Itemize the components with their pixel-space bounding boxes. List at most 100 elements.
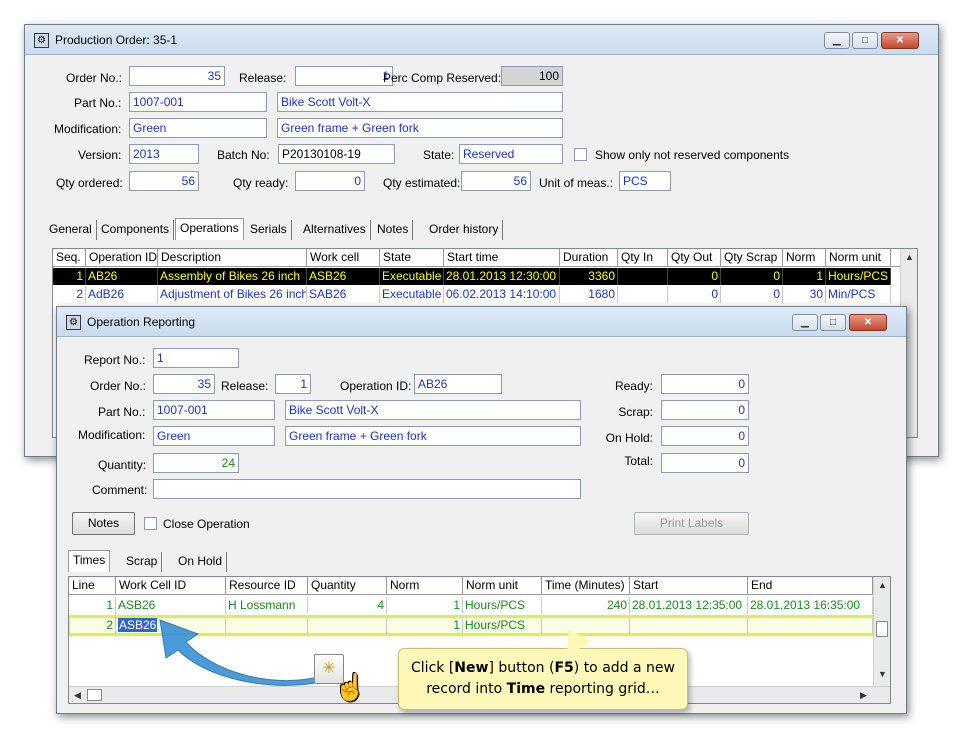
callout-text: Click [ — [411, 660, 455, 676]
col-header[interactable]: Norm — [783, 249, 826, 267]
scroll-up-icon[interactable]: ▲ — [874, 580, 890, 590]
minimize-button[interactable]: ▁ — [792, 314, 818, 331]
ready-field[interactable]: 0 — [661, 374, 749, 394]
part-desc-field[interactable]: Bike Scott Volt-X — [285, 400, 581, 420]
maximize-button[interactable]: □ — [852, 32, 878, 49]
callout-text: reporting grid… — [545, 681, 660, 697]
close-operation-checkbox[interactable] — [144, 517, 157, 530]
unit-of-measure-field[interactable]: PCS — [619, 171, 671, 191]
state-label: State: — [423, 148, 455, 162]
col-header[interactable]: Norm unit — [463, 577, 542, 595]
cell-work-cell: SAB26 — [307, 286, 380, 303]
cell-qty-scrap: 0 — [721, 268, 783, 285]
tab-alternatives[interactable]: Alternatives — [299, 220, 371, 240]
cell-end — [748, 617, 873, 634]
order-tabs: General Components Operations Serials Al… — [45, 218, 545, 240]
comment-field[interactable] — [153, 479, 581, 499]
table-row-selected[interactable]: 1 AB26 Assembly of Bikes 26 inch ASB26 E… — [53, 268, 891, 285]
col-header[interactable]: Duration — [560, 249, 618, 267]
col-header[interactable]: Resource ID — [226, 577, 308, 595]
tab-order-history[interactable]: Order history — [425, 220, 504, 240]
title-bar: ⚙ Operation Reporting ▁ □ ✕ — [57, 307, 906, 337]
maximize-button[interactable]: □ — [820, 314, 846, 331]
batch-no-field[interactable]: P20130108-19 — [278, 144, 395, 164]
report-no-field[interactable]: 1 — [153, 348, 239, 368]
grid-vertical-scrollbar[interactable]: ▲ ▼ — [873, 577, 890, 687]
cell-start — [630, 617, 748, 634]
tab-serials[interactable]: Serials — [246, 220, 292, 240]
callout-key-f5: F5 — [554, 660, 574, 676]
notes-button[interactable]: Notes — [72, 512, 135, 535]
scroll-right-icon[interactable]: ▶ — [855, 690, 872, 701]
col-header[interactable]: Qty Out — [668, 249, 721, 267]
table-row[interactable]: 2 AdB26 Adjustment of Bikes 26 inch SAB2… — [53, 286, 891, 303]
h-scroll-thumb[interactable] — [87, 689, 102, 701]
modification-field[interactable]: Green — [153, 426, 275, 446]
curved-arrow-icon — [159, 619, 323, 686]
col-header[interactable]: Line — [69, 577, 116, 595]
col-header[interactable]: Start — [630, 577, 748, 595]
tab-on-hold[interactable]: On Hold — [174, 552, 228, 572]
col-header[interactable]: Time (Minutes) — [542, 577, 630, 595]
col-header[interactable]: Description — [158, 249, 307, 267]
tab-operations[interactable]: Operations — [175, 218, 244, 240]
state-field[interactable]: Reserved — [459, 144, 563, 164]
scroll-thumb[interactable] — [876, 621, 888, 637]
col-header[interactable]: Norm — [387, 577, 463, 595]
version-field[interactable]: 2013 — [129, 144, 199, 164]
col-header[interactable]: Qty Scrap — [721, 249, 783, 267]
part-no-label: Part No.: — [74, 96, 122, 110]
col-header[interactable]: Work cell — [307, 249, 380, 267]
cell-norm-unit: Hours/PCS — [463, 617, 542, 634]
part-no-field[interactable]: 1007-001 — [153, 400, 275, 420]
print-labels-button[interactable]: Print Labels — [634, 512, 749, 535]
modification-field[interactable]: Green — [129, 118, 267, 138]
quantity-field[interactable]: 24 — [153, 453, 239, 473]
cell-time-minutes: 240 — [542, 597, 630, 614]
cell-norm-unit: Min/PCS — [826, 286, 891, 303]
close-button[interactable]: ✕ — [881, 32, 919, 49]
cell-description: Adjustment of Bikes 26 inch — [160, 286, 307, 303]
part-no-field[interactable]: 1007-001 — [129, 92, 267, 112]
operation-id-label: Operation ID: — [340, 379, 412, 393]
col-header[interactable]: Quantity — [308, 577, 387, 595]
scrap-field[interactable]: 0 — [661, 400, 749, 420]
col-header[interactable]: Start time — [444, 249, 560, 267]
tab-components[interactable]: Components — [97, 220, 175, 240]
scroll-down-icon[interactable]: ▼ — [874, 669, 890, 679]
col-header[interactable]: Qty In — [618, 249, 668, 267]
close-button[interactable]: ✕ — [849, 314, 887, 331]
tab-times[interactable]: Times — [68, 550, 111, 572]
col-header[interactable]: End — [748, 577, 873, 595]
release-field[interactable]: 1 — [275, 374, 311, 394]
order-no-field[interactable]: 35 — [129, 66, 225, 86]
on-hold-field[interactable]: 0 — [661, 426, 749, 446]
order-no-field[interactable]: 35 — [153, 374, 215, 394]
modification-desc-field[interactable]: Green frame + Green fork — [277, 118, 563, 138]
tab-general[interactable]: General — [45, 220, 97, 240]
scroll-up-icon[interactable]: ▲ — [901, 252, 917, 262]
qty-estimated-field[interactable]: 56 — [461, 171, 531, 191]
quantity-label: Quantity: — [98, 458, 147, 472]
qty-ready-field[interactable]: 0 — [295, 171, 365, 191]
col-header[interactable]: Seq. — [53, 249, 86, 267]
cell-seq: 2 — [53, 286, 86, 303]
col-header[interactable]: Norm unit — [826, 249, 891, 267]
modification-desc-field[interactable]: Green frame + Green fork — [285, 426, 581, 446]
qty-ordered-field[interactable]: 56 — [129, 171, 199, 191]
minimize-button[interactable]: ▁ — [824, 32, 850, 49]
tab-notes[interactable]: Notes — [373, 220, 414, 240]
show-only-checkbox[interactable] — [574, 148, 587, 161]
col-header[interactable]: State — [380, 249, 444, 267]
on-hold-label: On Hold: — [605, 431, 653, 445]
callout-key-time: Time — [506, 681, 546, 697]
part-desc-field[interactable]: Bike Scott Volt-X — [277, 92, 563, 112]
cell-start-time: 06.02.2013 14:10:00 — [444, 286, 560, 303]
col-header[interactable]: Work Cell ID — [116, 577, 226, 595]
hand-cursor-icon: ☝ — [334, 672, 367, 702]
release-field[interactable]: 1 — [295, 66, 393, 86]
scroll-left-icon[interactable]: ◀ — [69, 690, 86, 701]
col-header[interactable]: Operation ID — [86, 249, 158, 267]
operation-id-field[interactable]: AB26 — [414, 374, 502, 394]
tab-scrap[interactable]: Scrap — [122, 552, 163, 572]
